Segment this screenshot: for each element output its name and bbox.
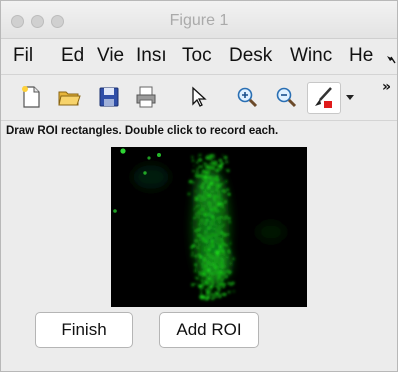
menu-bar: Fil Ed Vie Insı Toc Desk Winc He [1, 39, 397, 75]
microscopy-image[interactable] [111, 147, 307, 307]
menu-desktop[interactable]: Desk [229, 45, 283, 67]
menu-window[interactable]: Winc [290, 45, 342, 67]
title-bar: Figure 1 [1, 1, 397, 39]
print-icon[interactable] [134, 85, 158, 109]
finish-button[interactable]: Finish [35, 312, 133, 348]
window-title: Figure 1 [169, 12, 229, 29]
menu-file[interactable]: Fil [13, 45, 49, 67]
brush-icon [315, 87, 332, 108]
zoom-out-icon[interactable] [274, 85, 298, 109]
pointer-icon[interactable] [187, 85, 211, 109]
toolbar: » [1, 75, 397, 121]
menu-help[interactable]: He [349, 45, 379, 67]
add-roi-button[interactable]: Add ROI [159, 312, 259, 348]
roi-image[interactable] [111, 147, 307, 307]
new-figure-icon[interactable] [19, 85, 43, 109]
figure-window: Figure 1 Fil Ed Vie Insı Toc Desk Winc H… [0, 0, 398, 372]
menu-view[interactable]: Vie [97, 45, 131, 67]
menu-tools[interactable]: Toc [182, 45, 218, 67]
brush-button[interactable] [307, 82, 341, 114]
zoom-in-icon[interactable] [235, 85, 259, 109]
open-file-icon[interactable] [57, 85, 81, 109]
instruction-text: Draw ROI rectangles. Double click to rec… [6, 125, 279, 137]
save-icon[interactable] [97, 85, 121, 109]
menu-edit[interactable]: Ed [61, 45, 91, 67]
menu-insert[interactable]: Insı [136, 45, 174, 67]
dropdown-arrow-icon[interactable] [346, 95, 354, 101]
overflow-chevron-icon[interactable]: » [382, 79, 391, 95]
overflow-arrow-icon[interactable] [386, 53, 397, 65]
